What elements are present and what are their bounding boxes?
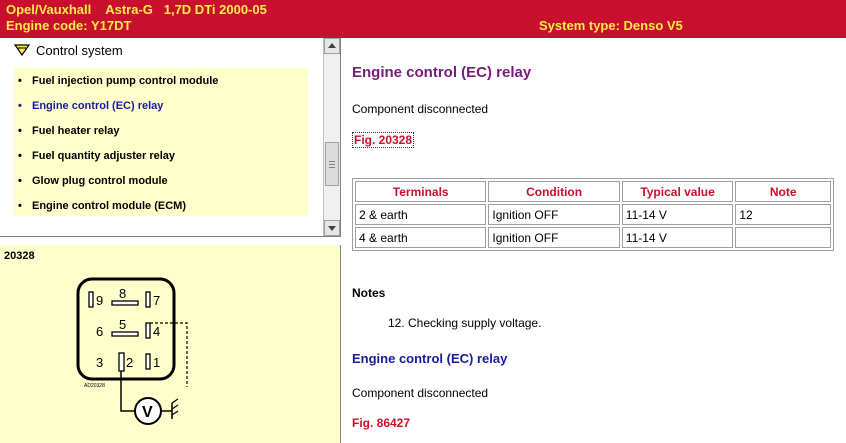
tree-list: • Fuel injection pump control module • E… [14, 68, 308, 216]
bullet-icon: • [18, 175, 22, 187]
cell-condition: Ignition OFF [488, 204, 620, 225]
tree-group-label: Control system [36, 43, 123, 58]
voltmeter-label: V [142, 404, 153, 421]
grip-line [329, 161, 335, 162]
pin-label: 5 [119, 317, 126, 332]
vehicle-header-bar: Opel/Vauxhall Astra-G 1,7D DTi 2000-05 E… [0, 0, 846, 38]
table-row: 4 & earth Ignition OFF 11-14 V [355, 227, 831, 248]
column-header-typical-value: Typical value [621, 181, 734, 202]
column-header-condition: Condition [488, 181, 620, 202]
pin-7 [145, 291, 151, 308]
tree-item-fuel-heater-relay[interactable]: • Fuel heater relay [14, 122, 308, 140]
diagram-code: AD20328 [84, 383, 105, 389]
pin-2 [118, 352, 125, 372]
chevron-down-icon [14, 44, 30, 56]
component-tree-pane: Control system • Fuel injection pump con… [0, 38, 341, 237]
cell-typical-value: 11-14 V [621, 204, 734, 225]
bullet-icon: • [18, 150, 22, 162]
figure-pane: 20328 9 8 7 6 5 4 3 2 1 AD20328 V [0, 245, 341, 443]
cell-note: 12 [735, 204, 831, 225]
tree-item-fuel-quantity-relay[interactable]: • Fuel quantity adjuster relay [14, 147, 308, 165]
component-title-secondary: Engine control (EC) relay [352, 351, 508, 366]
earth-icon [171, 398, 179, 419]
scroll-down-button[interactable] [324, 220, 340, 236]
pin-label: 6 [96, 324, 103, 339]
vehicle-title: Opel/Vauxhall Astra-G 1,7D DTi 2000-05 [6, 2, 267, 17]
tree-item-ec-relay[interactable]: • Engine control (EC) relay [14, 97, 308, 115]
pin-4 [145, 322, 151, 339]
pin-label: 1 [153, 355, 160, 370]
tree-item-ecm[interactable]: • Engine control module (ECM) [14, 197, 308, 215]
component-status-secondary: Component disconnected [352, 386, 489, 400]
arrow-down-icon [328, 226, 336, 231]
relay-pinout-diagram: 9 8 7 6 5 4 3 2 1 AD20328 V [76, 277, 188, 425]
bullet-icon: • [18, 100, 22, 112]
pin-label: 9 [96, 293, 103, 308]
pin-label: 2 [126, 355, 133, 370]
tree-item-label: Glow plug control module [32, 175, 168, 187]
cell-note [735, 227, 831, 248]
system-type: System type: Denso V5 [539, 18, 683, 33]
note-item: 12. Checking supply voltage. [388, 316, 542, 330]
tree-item-label: Fuel heater relay [32, 125, 120, 137]
grip-line [329, 167, 335, 168]
arrow-up-icon [328, 43, 336, 48]
pin-5 [111, 331, 139, 337]
cell-terminals: 2 & earth [355, 204, 487, 225]
tree-group-header[interactable]: Control system [0, 38, 320, 64]
tree-item-label: Engine control (EC) relay [32, 100, 164, 112]
tree-item-label: Engine control module (ECM) [32, 200, 186, 212]
bullet-icon: • [18, 125, 22, 137]
figure-link[interactable]: Fig. 20328 [352, 132, 415, 148]
column-header-terminals: Terminals [355, 181, 487, 202]
tree-item-injection-pump[interactable]: • Fuel injection pump control module [14, 72, 308, 90]
terminal-values-table: Terminals Condition Typical value Note 2… [352, 178, 834, 251]
component-title: Engine control (EC) relay [352, 64, 532, 81]
meter-wire [120, 371, 135, 412]
scroll-thumb[interactable] [325, 142, 339, 186]
pin-1 [145, 353, 151, 370]
bullet-icon: • [18, 75, 22, 87]
tree-scrollbar[interactable] [323, 38, 340, 236]
column-header-note: Note [735, 181, 831, 202]
cell-condition: Ignition OFF [488, 227, 620, 248]
tree-item-label: Fuel injection pump control module [32, 75, 219, 87]
figure-link-secondary[interactable]: Fig. 86427 [352, 416, 410, 430]
pin-8 [111, 300, 139, 306]
pin-9 [88, 291, 94, 308]
pin-label: 4 [153, 324, 160, 339]
table-row: 2 & earth Ignition OFF 11-14 V 12 [355, 204, 831, 225]
bullet-icon: • [18, 200, 22, 212]
pin-label: 8 [119, 286, 126, 301]
cell-terminals: 4 & earth [355, 227, 487, 248]
pin-label: 3 [96, 355, 103, 370]
notes-heading: Notes [352, 286, 386, 300]
cell-typical-value: 11-14 V [621, 227, 734, 248]
tree-item-label: Fuel quantity adjuster relay [32, 150, 176, 162]
scroll-up-button[interactable] [324, 38, 340, 54]
pin-label: 7 [153, 293, 160, 308]
tree-item-glow-plug-module[interactable]: • Glow plug control module [14, 172, 308, 190]
engine-code: Engine code: Y17DT [6, 18, 132, 33]
component-status: Component disconnected [352, 102, 489, 116]
content-pane: Engine control (EC) relay Component disc… [342, 38, 846, 443]
table-header-row: Terminals Condition Typical value Note [355, 181, 831, 202]
grip-line [329, 164, 335, 165]
